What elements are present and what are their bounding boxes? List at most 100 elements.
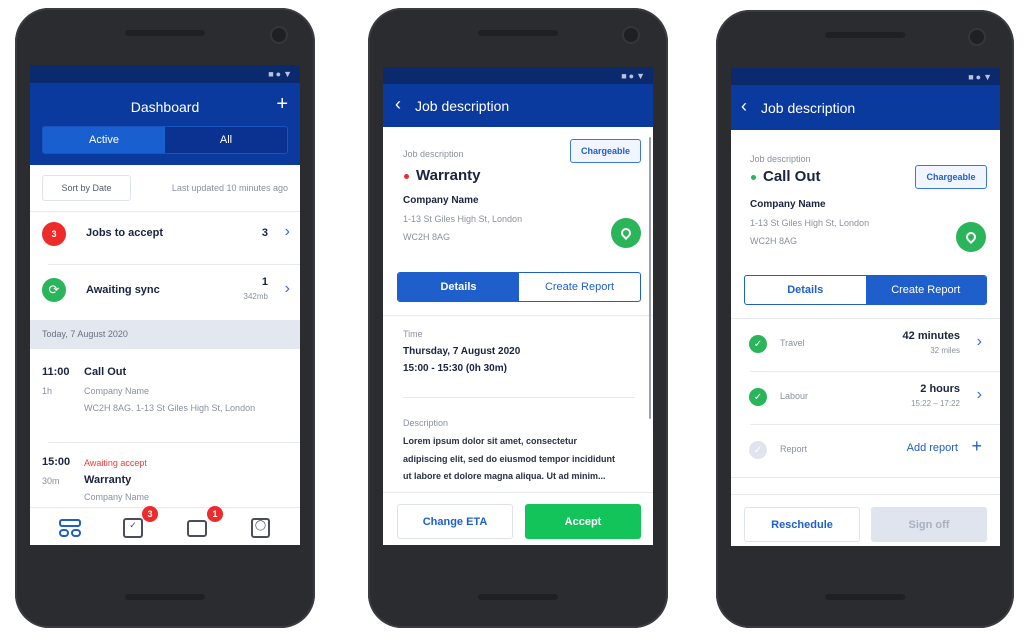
sync-size: 342mb [243,292,268,301]
scrollbar[interactable] [649,137,651,419]
speaker [125,30,205,36]
labour-row[interactable]: ✓ Labour 2 hours 15:22 – 17:22 › [731,373,1000,425]
job-date: Thursday, 7 August 2020 [403,346,521,357]
job-address: WC2H 8AG. 1-13 St Giles High St, London [84,403,256,413]
jobs-to-accept-label: Jobs to accept [86,227,164,239]
labour-value: 2 hours [920,383,960,395]
description-line: ut labore et dolore magna aliqua. Ut ad … [403,471,606,481]
callout-screen: ■●▼ ‹ Job description Job description Ca… [731,68,1000,546]
change-eta-button[interactable]: Change ETA [397,504,513,539]
date-header: Today, 7 August 2020 [30,320,300,349]
job-title: Call Out [84,366,127,378]
dashboard-nav-icon[interactable] [59,519,81,537]
sync-icon: ⟳ [42,278,66,302]
job-company: Company Name [84,492,150,502]
travel-value: 42 minutes [902,330,960,342]
job-title: Warranty [84,474,132,486]
tab-bar: Active All [42,126,288,154]
camera [968,28,986,46]
tab-all[interactable]: All [165,127,287,153]
status-icons: ■●▼ [968,72,994,82]
sort-by-date-button[interactable]: Sort by Date [42,175,131,201]
job-status: Awaiting accept [84,458,147,468]
check-icon: ✓ [749,335,767,353]
sign-off-button[interactable]: Sign off [871,507,987,542]
phone-warranty: ■●▼ ‹ Job description Job description Ch… [368,8,668,628]
report-row: ✓ Report Add report + [731,426,1000,476]
status-bar: ■●▼ [30,65,300,83]
warranty-screen: ■●▼ ‹ Job description Job description Ch… [383,67,653,545]
red-status-dot [404,174,409,179]
job-item-callout[interactable]: 11:00 1h Call Out Company Name WC2H 8AG.… [30,357,300,427]
plus-icon[interactable]: + [971,436,982,457]
job-item-warranty[interactable]: 15:00 30m Awaiting accept Warranty Compa… [30,441,300,511]
job-duration: 30m [42,476,60,486]
description-label: Description [403,418,449,428]
reschedule-button[interactable]: Reschedule [744,507,860,542]
camera [270,26,288,44]
check-icon: ✓ [749,388,767,406]
jobs-badge: 3 [42,222,66,246]
travel-row[interactable]: ✓ Travel 42 minutes 32 miles › [731,320,1000,372]
back-icon[interactable]: ‹ [395,94,401,115]
camera [622,26,640,44]
tab-active[interactable]: Active [43,127,165,153]
phone-callout: ■●▼ ‹ Job description Job description Ca… [716,10,1014,628]
view-toggle: Details Create Report [397,272,641,302]
green-status-dot [751,175,756,180]
jobs-to-accept-row[interactable]: 3 Jobs to accept 3 › [30,213,300,255]
jobs-count: 3 [261,227,268,239]
description-line: adipiscing elit, sed do eiusmod tempor i… [403,454,616,464]
location-pin-icon[interactable] [956,222,986,252]
tab-details[interactable]: Details [398,273,519,301]
add-icon[interactable]: + [276,93,288,116]
view-toggle: Details Create Report [744,275,987,305]
job-duration: 1h [42,386,53,396]
status-bar: ■●▼ [731,68,1000,86]
tab-create-report[interactable]: Create Report [865,276,986,304]
inbox-nav-icon[interactable] [187,520,207,537]
address-line-1: 1-13 St Giles High St, London [750,218,870,228]
speaker [478,30,558,36]
phone-dashboard: ■●▼ Dashboard + Active All Sort by Date … [15,8,315,628]
chevron-right-icon: › [284,223,290,240]
company-name: Company Name [750,199,826,210]
page-title: Dashboard [130,99,200,115]
dashboard-screen: ■●▼ Dashboard + Active All Sort by Date … [30,65,300,545]
company-name: Company Name [403,195,479,206]
accept-button[interactable]: Accept [525,504,641,539]
add-report-button[interactable]: Add report [907,442,958,454]
bottom-nav: ✓ 3 1 ◯ [30,506,300,545]
tab-details[interactable]: Details [745,276,866,304]
chevron-right-icon: › [976,386,982,403]
speaker [478,594,558,600]
report-label: Report [780,444,808,454]
back-icon[interactable]: ‹ [741,96,747,117]
job-time: 11:00 [42,366,70,378]
job-description-label: Job description [403,149,464,159]
job-time: 15:00 [42,456,71,468]
awaiting-sync-label: Awaiting sync [86,284,160,296]
chevron-right-icon: › [976,333,982,350]
job-title: Warranty [416,167,481,184]
header: ‹ Job description [731,85,1000,130]
last-updated: Last updated 10 minutes ago [171,183,288,193]
header: ‹ Job description [383,84,653,127]
header: Dashboard + Active All [30,83,300,165]
calendar-nav-icon[interactable]: ✓ [123,518,143,538]
address-line-1: 1-13 St Giles High St, London [403,214,523,224]
tab-create-report[interactable]: Create Report [519,273,640,301]
labour-time-range: 15:22 – 17:22 [911,399,960,408]
page-title: Job description [415,98,510,114]
job-company: Company Name [84,386,150,396]
location-pin-icon[interactable] [611,218,641,248]
inbox-badge: 1 [207,506,223,522]
check-icon: ✓ [749,441,767,459]
address-line-2: WC2H 8AG [750,236,798,246]
profile-nav-icon[interactable]: ◯ [251,518,270,538]
awaiting-sync-row[interactable]: ⟳ Awaiting sync 1 342mb › [30,265,300,315]
travel-distance: 32 miles [930,346,960,355]
time-label: Time [403,329,423,339]
sync-count: 1 [261,276,268,288]
description-line: Lorem ipsum dolor sit amet, consectetur [403,436,578,446]
